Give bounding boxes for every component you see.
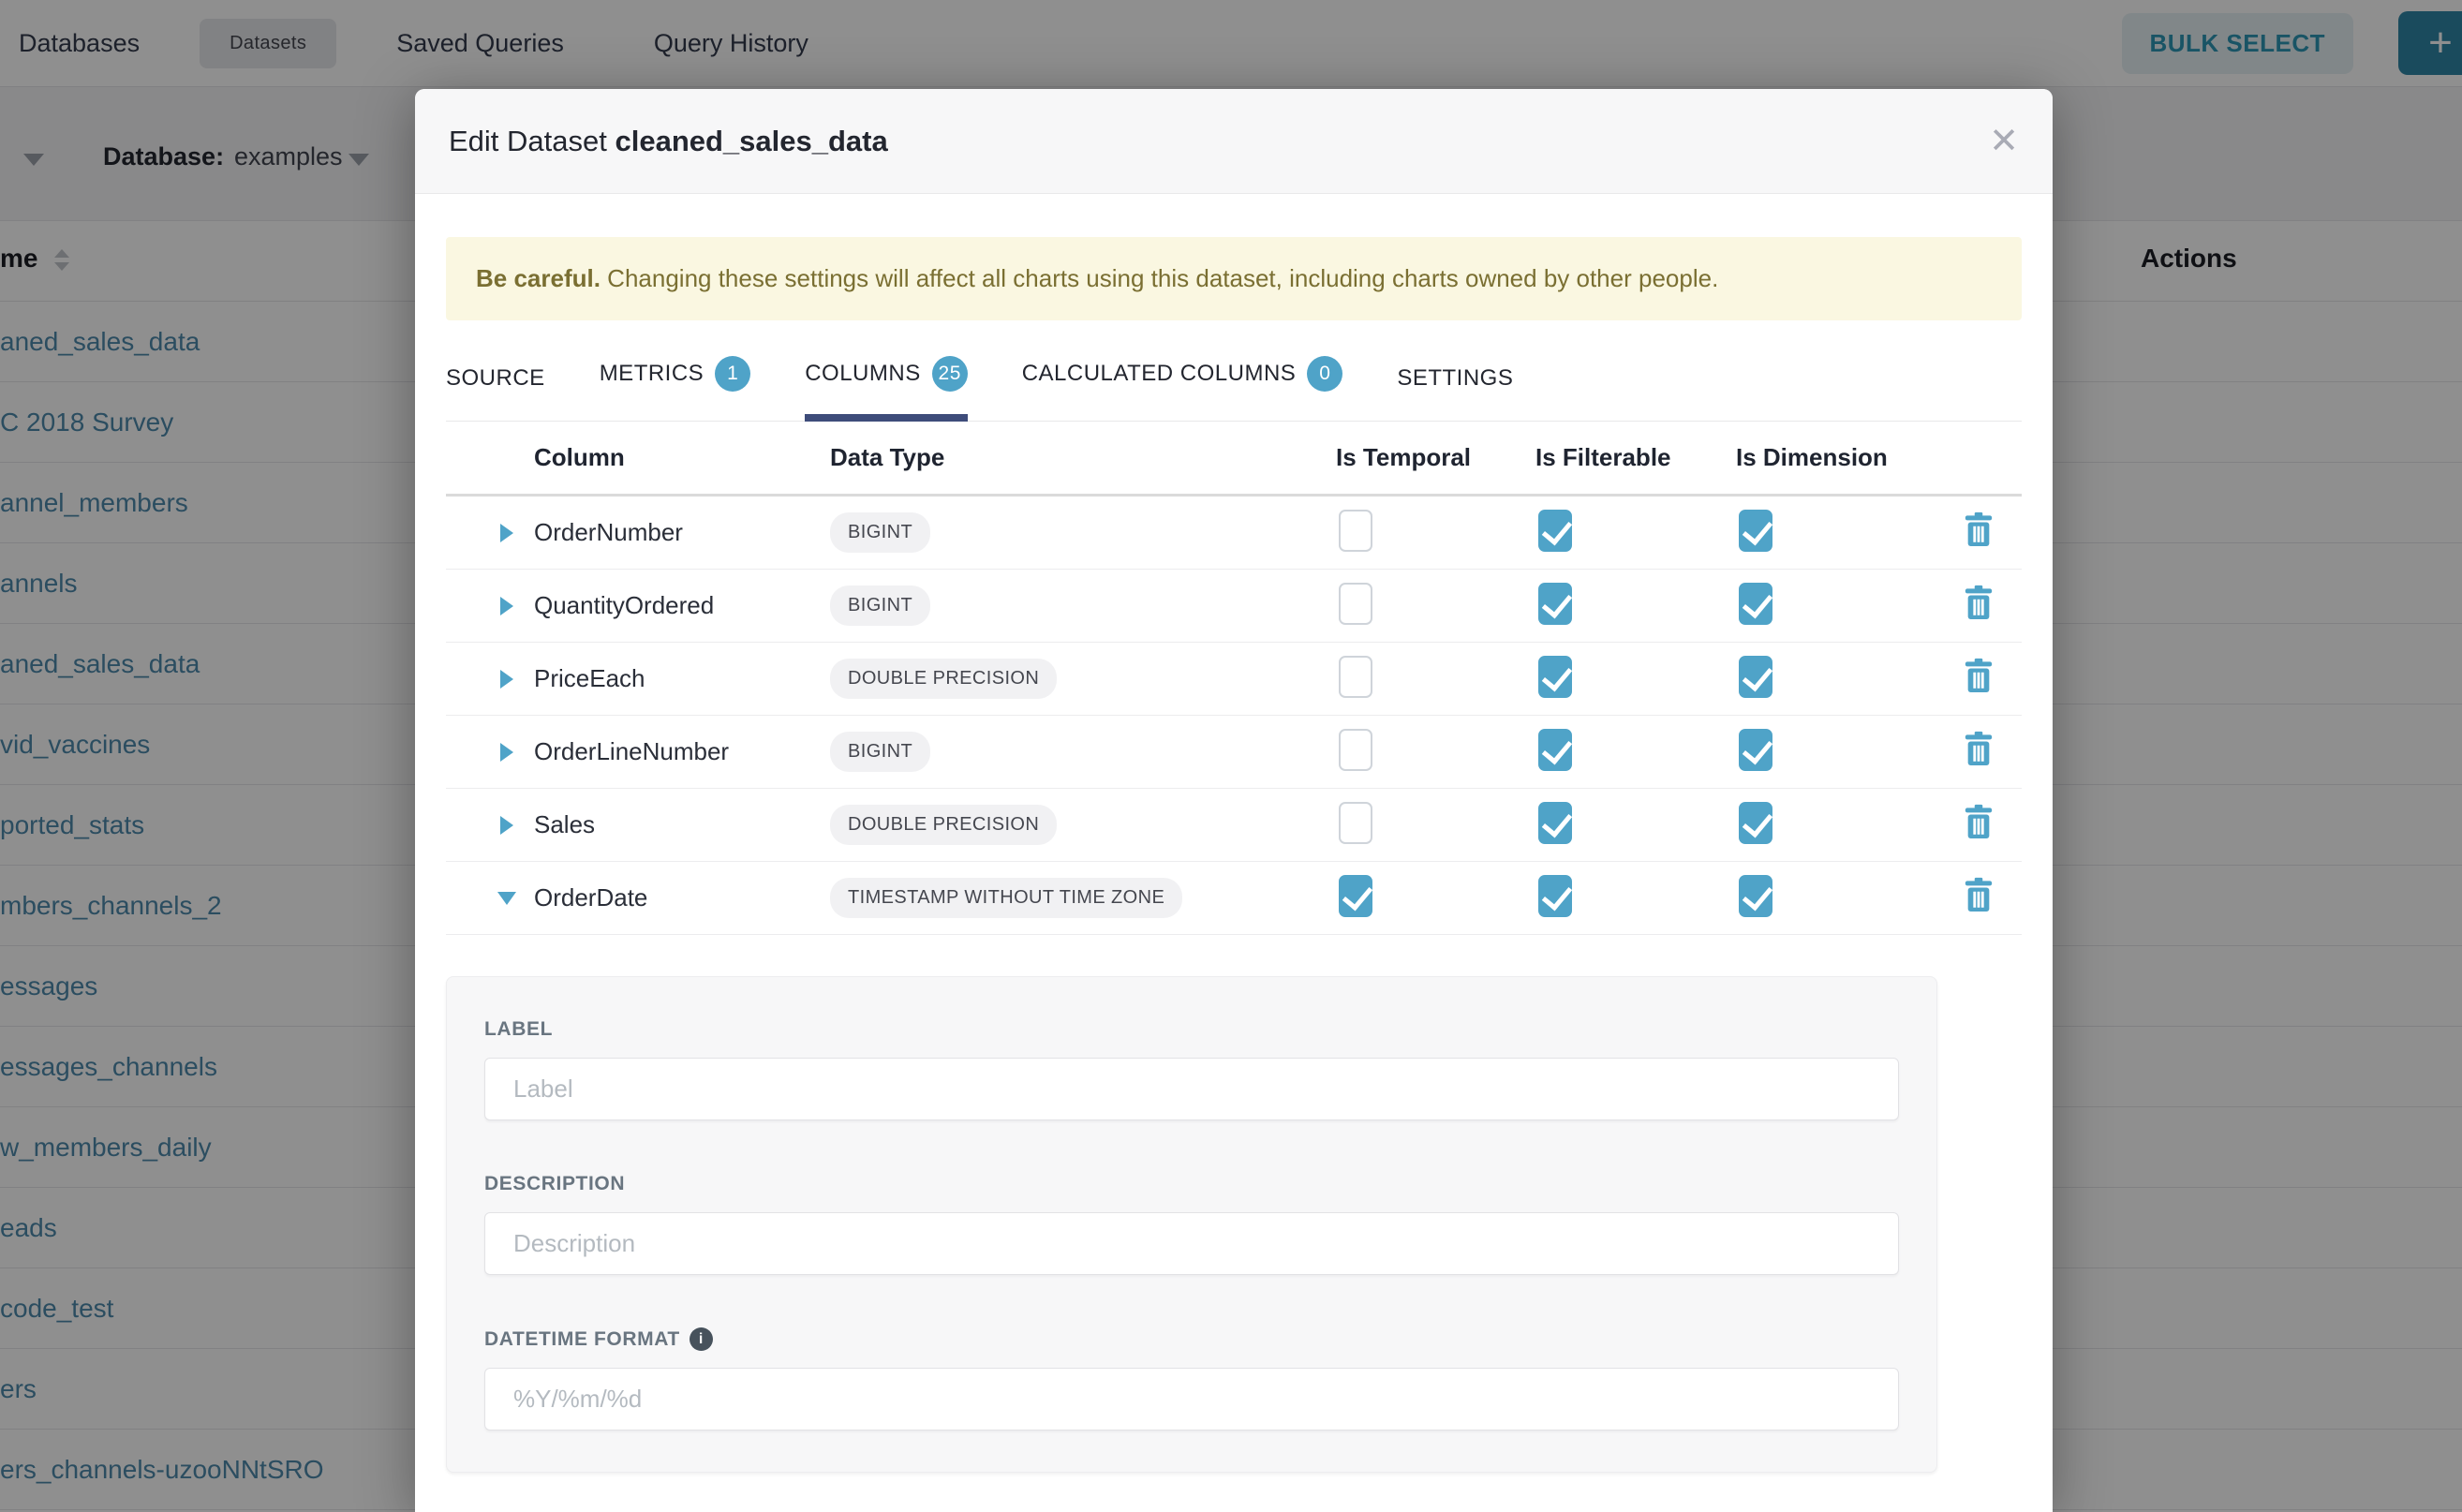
tab-calculated-columns[interactable]: CALCULATED COLUMNS 0: [1022, 356, 1343, 422]
warning-bold: Be careful.: [476, 264, 601, 292]
tab-source[interactable]: SOURCE: [446, 365, 545, 422]
close-icon[interactable]: ✕: [1989, 124, 2019, 159]
is-temporal-checkbox[interactable]: [1339, 802, 1372, 844]
is-filterable-checkbox[interactable]: [1538, 802, 1572, 844]
warning-banner: Be careful. Changing these settings will…: [446, 237, 2022, 320]
is-temporal-checkbox[interactable]: [1339, 729, 1372, 771]
columns-count-badge: 25: [932, 356, 968, 392]
tab-label: SOURCE: [446, 365, 545, 392]
label-input[interactable]: [484, 1058, 1899, 1120]
header-is-filterable: Is Filterable: [1535, 443, 1736, 472]
label-field-group: LABEL: [484, 1018, 1899, 1120]
modal-title: Edit Dataset cleaned_sales_data: [449, 125, 888, 158]
info-icon[interactable]: i: [690, 1327, 713, 1351]
column-row: PriceEach DOUBLE PRECISION: [446, 643, 2022, 716]
is-dimension-checkbox[interactable]: [1739, 802, 1772, 844]
metrics-count-badge: 1: [715, 356, 750, 392]
field-label-text: LABEL: [484, 1018, 553, 1041]
tab-label: COLUMNS: [805, 361, 921, 387]
is-temporal-checkbox[interactable]: [1339, 656, 1372, 698]
delete-column-icon[interactable]: [1963, 658, 2022, 700]
expand-caret-icon[interactable]: [500, 670, 513, 689]
edit-dataset-modal: Edit Dataset cleaned_sales_data ✕ Be car…: [415, 89, 2053, 1512]
is-filterable-checkbox[interactable]: [1538, 729, 1572, 771]
data-type-pill: TIMESTAMP WITHOUT TIME ZONE: [830, 878, 1182, 918]
header-is-dimension: Is Dimension: [1736, 443, 1963, 472]
is-dimension-checkbox[interactable]: [1739, 510, 1772, 552]
tab-label: CALCULATED COLUMNS: [1022, 361, 1297, 387]
is-temporal-checkbox[interactable]: [1339, 583, 1372, 625]
is-filterable-checkbox[interactable]: [1538, 510, 1572, 552]
modal-body: Be careful. Changing these settings will…: [415, 237, 2053, 1473]
tab-settings[interactable]: SETTINGS: [1397, 365, 1513, 422]
description-field-group: DESCRIPTION: [484, 1173, 1899, 1275]
column-name: PriceEach: [534, 664, 830, 693]
tab-columns[interactable]: COLUMNS 25: [805, 356, 968, 422]
delete-column-icon[interactable]: [1963, 511, 2022, 554]
is-temporal-checkbox[interactable]: [1339, 510, 1372, 552]
tab-metrics[interactable]: METRICS 1: [600, 356, 751, 422]
calculated-columns-count-badge: 0: [1307, 356, 1342, 392]
modal-header: Edit Dataset cleaned_sales_data ✕: [415, 89, 2053, 194]
column-row: QuantityOrdered BIGINT: [446, 570, 2022, 643]
is-temporal-checkbox[interactable]: [1339, 875, 1372, 917]
column-name: Sales: [534, 810, 830, 839]
data-type-pill: DOUBLE PRECISION: [830, 659, 1057, 699]
label-field-label: LABEL: [484, 1018, 1899, 1041]
delete-column-icon[interactable]: [1963, 585, 2022, 627]
is-dimension-checkbox[interactable]: [1739, 875, 1772, 917]
column-detail-editor: LABEL DESCRIPTION DATETIME FORMAT i: [446, 976, 1937, 1473]
description-input[interactable]: [484, 1212, 1899, 1275]
column-name: QuantityOrdered: [534, 591, 830, 620]
expand-caret-icon[interactable]: [500, 816, 513, 835]
data-type-pill: BIGINT: [830, 732, 930, 772]
header-data-type: Data Type: [830, 443, 1336, 472]
field-label-text: DATETIME FORMAT: [484, 1328, 680, 1351]
column-row-expanded: OrderDate TIMESTAMP WITHOUT TIME ZONE: [446, 862, 2022, 935]
is-dimension-checkbox[interactable]: [1739, 583, 1772, 625]
datetime-format-input[interactable]: [484, 1368, 1899, 1430]
data-type-pill: DOUBLE PRECISION: [830, 805, 1057, 845]
header-is-temporal: Is Temporal: [1336, 443, 1535, 472]
columns-table-header: Column Data Type Is Temporal Is Filterab…: [446, 422, 2022, 497]
is-dimension-checkbox[interactable]: [1739, 729, 1772, 771]
delete-column-icon[interactable]: [1963, 804, 2022, 846]
column-name: OrderNumber: [534, 518, 830, 547]
column-row: OrderNumber BIGINT: [446, 497, 2022, 570]
description-field-label: DESCRIPTION: [484, 1173, 1899, 1195]
datetime-format-field-label: DATETIME FORMAT i: [484, 1327, 1899, 1351]
tab-label: METRICS: [600, 361, 704, 387]
data-type-pill: BIGINT: [830, 512, 930, 553]
field-label-text: DESCRIPTION: [484, 1173, 625, 1195]
is-filterable-checkbox[interactable]: [1538, 875, 1572, 917]
column-name: OrderLineNumber: [534, 737, 830, 766]
is-filterable-checkbox[interactable]: [1538, 656, 1572, 698]
data-type-pill: BIGINT: [830, 586, 930, 626]
column-row: OrderLineNumber BIGINT: [446, 716, 2022, 789]
column-row: Sales DOUBLE PRECISION: [446, 789, 2022, 862]
delete-column-icon[interactable]: [1963, 877, 2022, 919]
modal-title-dataset-name: cleaned_sales_data: [615, 125, 887, 157]
expand-caret-icon[interactable]: [497, 892, 516, 905]
delete-column-icon[interactable]: [1963, 731, 2022, 773]
expand-caret-icon[interactable]: [500, 743, 513, 762]
modal-title-prefix: Edit Dataset: [449, 125, 615, 157]
is-dimension-checkbox[interactable]: [1739, 656, 1772, 698]
expand-caret-icon[interactable]: [500, 597, 513, 615]
is-filterable-checkbox[interactable]: [1538, 583, 1572, 625]
expand-caret-icon[interactable]: [500, 524, 513, 542]
tab-label: SETTINGS: [1397, 365, 1513, 392]
column-name: OrderDate: [534, 883, 830, 912]
datetime-format-field-group: DATETIME FORMAT i: [484, 1327, 1899, 1430]
warning-text: Changing these settings will affect all …: [601, 264, 1718, 292]
header-column: Column: [534, 443, 830, 472]
modal-tabs: SOURCE METRICS 1 COLUMNS 25 CALCULATED COL…: [446, 356, 2022, 422]
